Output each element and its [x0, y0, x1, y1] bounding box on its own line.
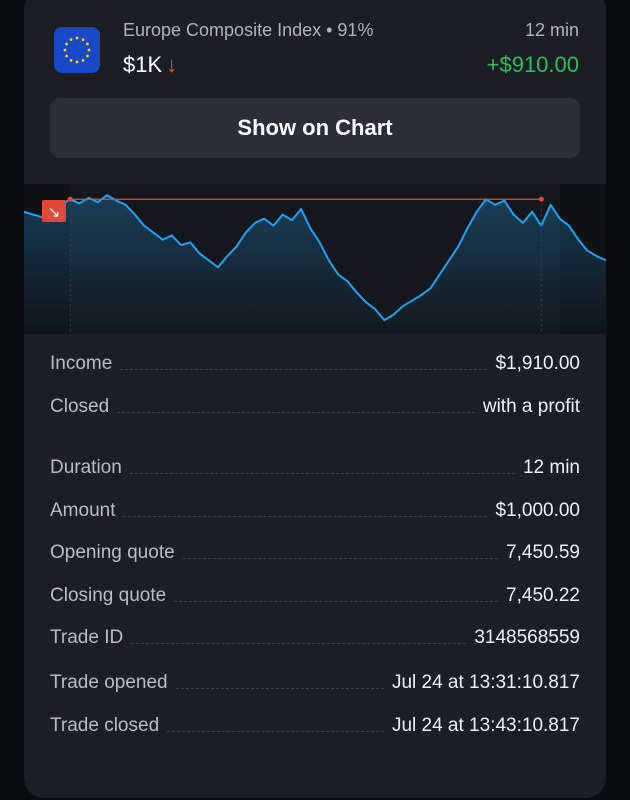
detail-label: Trade ID: [50, 627, 124, 648]
trade-duration: 12 min: [524, 20, 579, 40]
dotted-leader: [175, 687, 384, 689]
trade-profit: +$910.00: [486, 52, 579, 77]
detail-row-closed: Closed with a profit: [50, 388, 580, 418]
price-chart: ↘: [24, 184, 606, 334]
arrow-down-right-icon: ↘: [48, 203, 61, 221]
detail-label: Amount: [50, 499, 116, 521]
detail-label: Income: [50, 353, 113, 374]
dotted-leader: [182, 557, 499, 559]
detail-label: Trade opened: [50, 672, 168, 693]
dotted-leader: [129, 472, 515, 474]
close-point: [538, 196, 544, 202]
price-chart-svg: ↘: [24, 184, 606, 334]
open-point: [67, 196, 73, 202]
detail-value: 7,450.59: [506, 542, 580, 563]
detail-value: with a profit: [482, 395, 580, 417]
detail-label: Trade closed: [50, 714, 160, 736]
detail-label: Closing quote: [50, 584, 167, 606]
asset-name: Europe Composite Index • 91%: [123, 20, 374, 40]
detail-label: Closed: [50, 395, 110, 417]
detail-row-amount: Amount $1,000.00: [50, 492, 580, 522]
dotted-leader: [167, 730, 384, 732]
amount-value: $1K: [123, 52, 163, 77]
eu-flag-icon: [54, 27, 100, 73]
detail-value: $1,000.00: [495, 499, 580, 521]
detail-row-opening-quote: Opening quote 7,450.59: [50, 534, 580, 564]
trade-header: Europe Composite Index • 91% $1K ↓ 12 min…: [24, 0, 606, 80]
detail-value: $1,910.00: [495, 353, 580, 374]
dotted-leader: [123, 515, 488, 517]
detail-value: 3148568559: [474, 627, 580, 648]
trade-details-card: Europe Composite Index • 91% $1K ↓ 12 min…: [24, 0, 606, 798]
detail-label: Duration: [50, 457, 122, 478]
detail-row-trade-opened: Trade opened Jul 24 at 13:31:10.817: [50, 664, 580, 694]
detail-row-income: Income $1,910.00: [50, 345, 580, 375]
price-area: [24, 195, 606, 334]
dotted-leader: [117, 411, 475, 413]
detail-label: Opening quote: [50, 542, 175, 563]
detail-row-trade-closed: Trade closed Jul 24 at 13:43:10.817: [50, 707, 580, 737]
dotted-leader: [174, 600, 499, 602]
show-on-chart-button[interactable]: Show on Chart: [50, 98, 580, 158]
detail-row-closing-quote: Closing quote 7,450.22: [50, 577, 580, 607]
dotted-leader: [131, 642, 467, 644]
arrow-down-icon: ↓: [166, 52, 178, 77]
trade-amount: $1K ↓: [123, 52, 177, 78]
detail-value: Jul 24 at 13:43:10.817: [391, 714, 580, 736]
detail-row-duration: Duration 12 min: [50, 449, 580, 479]
detail-value: 12 min: [522, 457, 580, 478]
detail-row-trade-id: Trade ID 3148568559: [50, 619, 580, 649]
detail-value: Jul 24 at 13:31:10.817: [391, 672, 580, 693]
dotted-leader: [120, 368, 488, 370]
detail-value: 7,450.22: [506, 584, 580, 606]
